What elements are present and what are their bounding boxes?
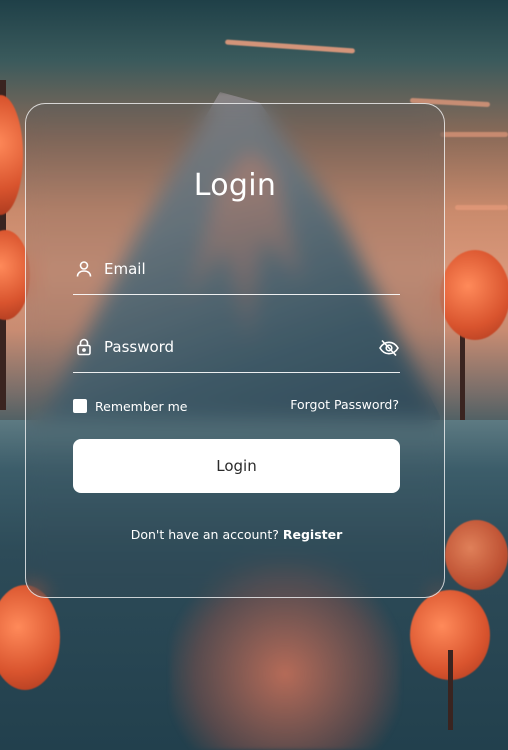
user-icon	[75, 260, 93, 278]
remember-me[interactable]: Remember me	[73, 397, 187, 415]
password-field[interactable]: Password	[73, 332, 400, 373]
remember-me-label: Remember me	[95, 398, 188, 414]
tree	[440, 250, 508, 340]
remember-me-checkbox[interactable]	[73, 399, 87, 413]
cloud-streak	[440, 132, 508, 137]
register-link[interactable]: Register	[283, 527, 342, 542]
forgot-password-link[interactable]: Forgot Password?	[290, 397, 399, 412]
eye-off-icon[interactable]	[378, 338, 400, 358]
register-prompt-line: Don't have an account? Register	[0, 527, 473, 542]
email-field[interactable]: Email	[73, 254, 400, 295]
register-prompt: Don't have an account?	[130, 527, 279, 542]
page-title: Login	[193, 168, 277, 203]
login-button[interactable]: Login	[73, 439, 400, 493]
email-placeholder: Email	[104, 260, 146, 278]
lock-icon	[75, 338, 93, 356]
tree-trunk	[448, 650, 453, 730]
cloud-streak	[455, 205, 508, 210]
password-placeholder: Password	[104, 338, 175, 356]
